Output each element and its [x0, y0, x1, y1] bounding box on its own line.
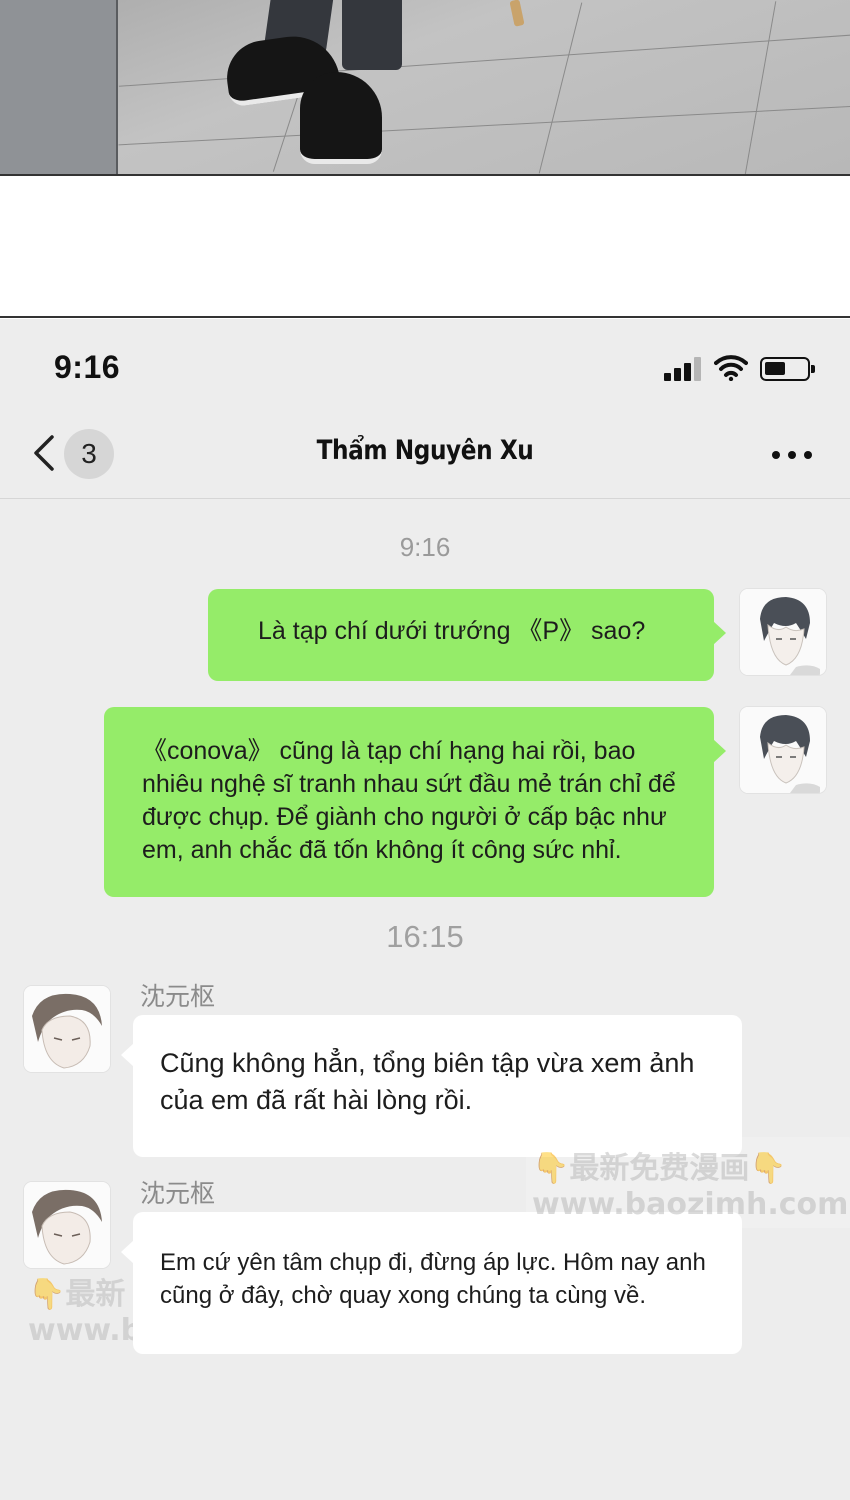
received-message-bubble[interactable]: Cũng không hẳn, tổng biên tập vừa xem ản…	[121, 1015, 742, 1157]
chat-title: Thẩm Nguyên Xu	[316, 435, 534, 466]
message-text: Là tạp chí dưới trướng 《P》 sao?	[258, 617, 646, 645]
battery-icon	[760, 357, 815, 381]
contact-avatar[interactable]	[24, 1182, 110, 1268]
floor-tile-line	[118, 105, 850, 146]
message-text: 《conova》 cũng là tạp chí hạng hai rồi, b…	[142, 737, 676, 864]
message-text: Cũng không hẳn, tổng biên tập vừa xem ản…	[160, 1048, 695, 1115]
sender-name: 沈元枢	[140, 1179, 216, 1208]
pointing-hand-icon: 👇	[28, 1277, 66, 1312]
received-message-bubble[interactable]: Em cứ yên tâm chụp đi, đừng áp lực. Hôm …	[121, 1212, 742, 1354]
watermark-text: 最新	[65, 1277, 126, 1312]
contact-avatar[interactable]	[24, 986, 110, 1072]
my-avatar[interactable]	[740, 707, 826, 793]
cellular-signal-icon	[664, 357, 704, 381]
status-time: 9:16	[54, 349, 121, 385]
bubble-tail	[713, 739, 726, 763]
my-avatar[interactable]	[740, 589, 826, 675]
chat-nav-bar: 3 Thẩm Nguyên Xu	[0, 411, 850, 499]
watermark-url: www.b	[28, 1313, 133, 1348]
pointing-hand-icon: 👇	[749, 1151, 787, 1186]
watermark-partial: 👇最新 www.b	[28, 1269, 133, 1348]
more-options-icon[interactable]	[772, 451, 814, 461]
comic-shoe-right	[300, 72, 382, 164]
sent-message-bubble[interactable]: 《conova》 cũng là tạp chí hạng hai rồi, b…	[104, 707, 726, 897]
comic-leg-right	[342, 0, 402, 70]
sender-name: 沈元枢	[140, 982, 216, 1011]
wifi-icon	[714, 355, 748, 381]
sent-message-bubble[interactable]: Là tạp chí dưới trướng 《P》 sao?	[208, 589, 726, 681]
floor-tile-line	[744, 1, 777, 174]
message-timestamp: 9:16	[399, 532, 451, 562]
panel-gutter	[0, 176, 850, 318]
bubble-tail	[121, 1043, 134, 1067]
comic-panel-top	[0, 0, 850, 176]
chair-leg	[509, 0, 525, 27]
floor-tile-line	[538, 2, 583, 174]
message-timestamp: 16:15	[386, 919, 464, 954]
chat-screen: 9:16 3 Thẩm Nguyên Xu 9:16 Là tạp chí dư…	[0, 319, 850, 1500]
comic-wall	[0, 0, 118, 174]
bubble-tail	[713, 621, 726, 645]
message-text: Em cứ yên tâm chụp đi, đừng áp lực. Hôm …	[160, 1249, 706, 1309]
status-bar: 9:16	[0, 319, 850, 411]
bubble-tail	[121, 1240, 134, 1264]
back-chevron-icon[interactable]	[30, 433, 58, 473]
